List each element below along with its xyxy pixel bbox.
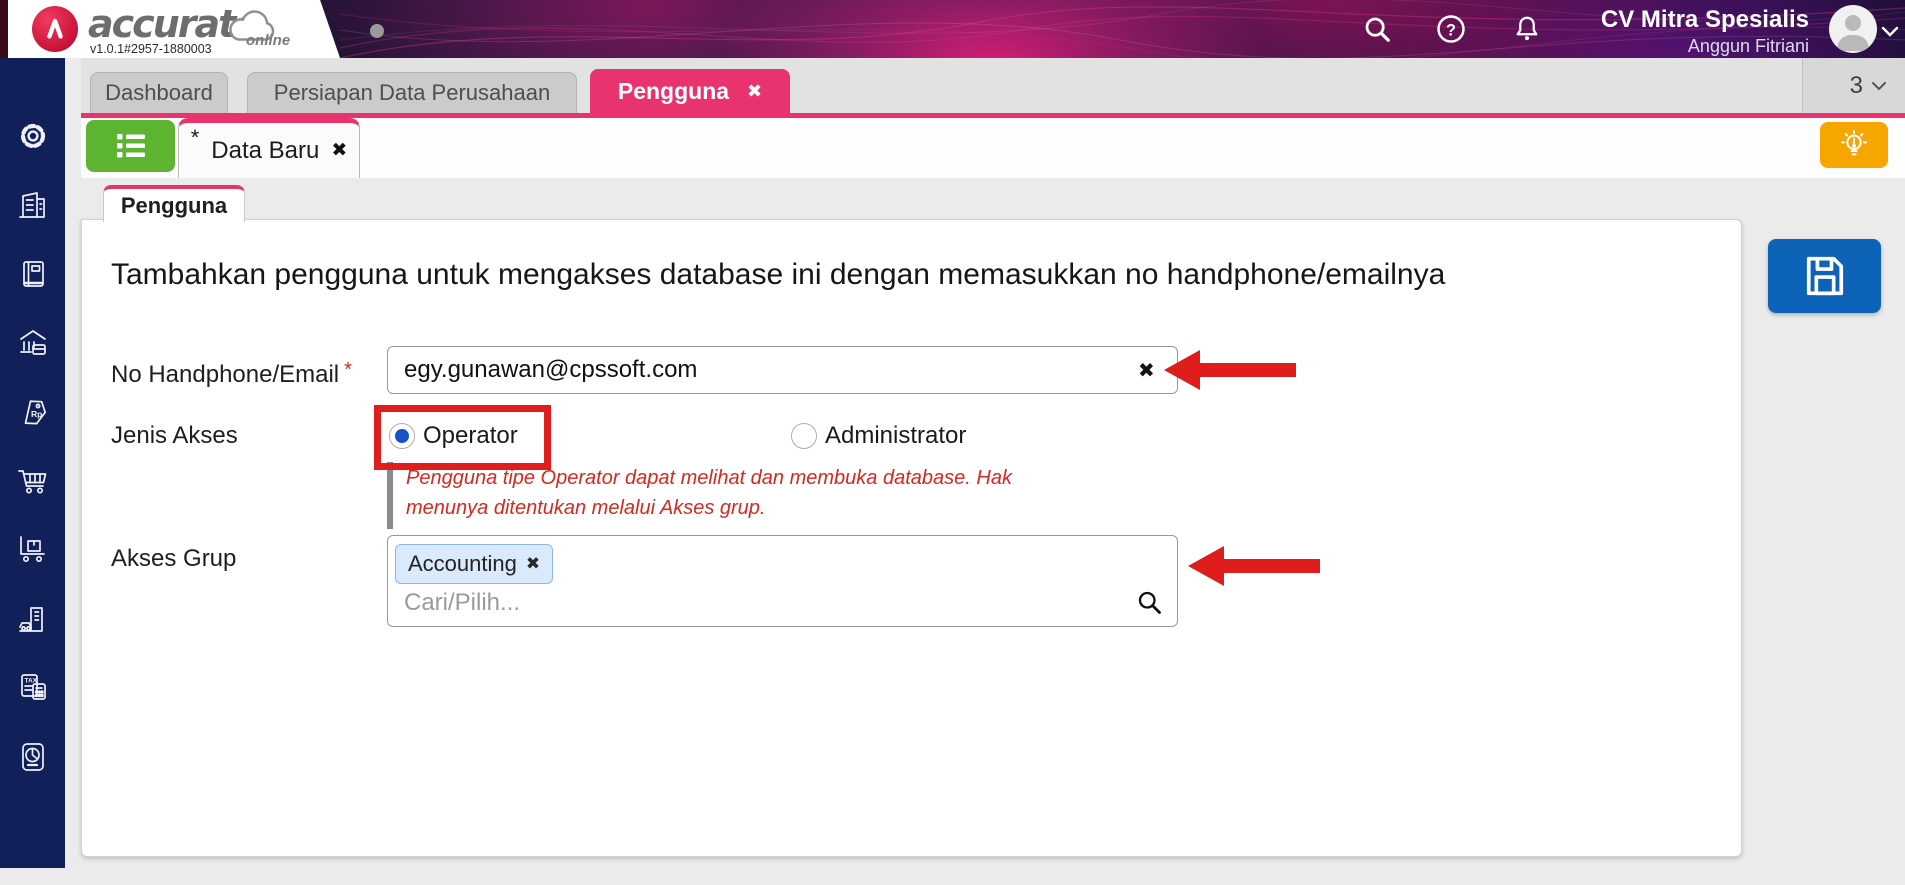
phone-email-label: No Handphone/Email * — [111, 359, 352, 388]
list-icon — [116, 134, 145, 158]
radio-administrator[interactable] — [791, 423, 817, 449]
remove-tag-icon[interactable]: ✖ — [526, 554, 540, 574]
close-icon[interactable]: ✖ — [331, 139, 347, 162]
version-text: v1.0.1#2957-1880003 — [90, 42, 212, 56]
brand-online-label: online — [246, 32, 291, 49]
app-root: accurate online v1.0.1#2957-1880003 ? CV… — [0, 0, 1905, 885]
tag-label: Accounting — [408, 551, 517, 576]
sales-price-tag-rp-icon[interactable]: Rp — [16, 395, 50, 429]
chevron-down-icon[interactable] — [1881, 24, 1899, 42]
page-title: Tambahkan pengguna untuk mengakses datab… — [111, 258, 1446, 291]
app-header: accurate online v1.0.1#2957-1880003 ? CV… — [0, 0, 1905, 58]
save-floppy-icon — [1806, 256, 1843, 296]
company-name: CV Mitra Spesialis — [1600, 6, 1809, 33]
tab-count-dropdown[interactable]: 3 — [1802, 58, 1905, 113]
doc-tab-label: Data Baru — [211, 136, 320, 164]
search-icon[interactable] — [1135, 588, 1163, 616]
header-dot-decoration — [370, 24, 384, 38]
logo-plate: accurate online v1.0.1#2957-1880003 — [8, 0, 340, 58]
helper-quote-bar — [387, 462, 393, 529]
annotation-arrow-group — [1188, 546, 1320, 586]
hint-button[interactable] — [1820, 122, 1888, 168]
close-icon[interactable]: ✖ — [747, 81, 762, 102]
tab-persiapan-data-perusahaan[interactable]: Persiapan Data Perusahaan — [247, 72, 577, 113]
phone-email-input[interactable] — [387, 346, 1178, 394]
chevron-down-icon — [1872, 81, 1886, 90]
inner-tab-label: Pengguna — [120, 192, 228, 218]
tax-icon[interactable]: TAX — [16, 671, 50, 705]
tab-count-value: 3 — [1849, 71, 1863, 99]
access-group-label: Akses Grup — [111, 545, 237, 572]
inventory-trolley-icon[interactable] — [16, 533, 50, 567]
access-type-helper-text: Pengguna tipe Operator dapat melihat dan… — [406, 467, 1012, 519]
tab-label: Dashboard — [105, 80, 213, 105]
help-icon[interactable]: ? — [1435, 14, 1467, 46]
notifications-bell-icon[interactable] — [1511, 14, 1543, 46]
fixed-asset-icon[interactable] — [16, 602, 50, 636]
tab-dashboard[interactable]: Dashboard — [90, 72, 228, 113]
list-view-button[interactable] — [86, 120, 175, 172]
lightbulb-icon — [1841, 130, 1867, 156]
bank-cash-icon[interactable] — [16, 326, 50, 360]
header-edge-strip — [0, 0, 9, 58]
clear-input-icon[interactable]: ✖ — [1138, 358, 1155, 383]
svg-text:Rp: Rp — [31, 409, 42, 419]
accurate-logo-icon — [32, 6, 78, 52]
inner-tab-pengguna[interactable]: Pengguna — [103, 185, 245, 222]
search-icon[interactable] — [1361, 14, 1393, 46]
selected-group-tag[interactable]: Accounting ✖ — [395, 544, 554, 584]
user-name: Anggun Fitriani — [1687, 36, 1809, 56]
access-group-multiselect[interactable]: Accounting ✖ — [387, 535, 1178, 627]
doc-tab-data-baru[interactable]: * Data Baru ✖ — [178, 118, 360, 178]
unsaved-marker: * — [190, 125, 200, 150]
tab-pengguna[interactable]: Pengguna ✖ — [590, 69, 790, 113]
user-menu[interactable]: CV Mitra Spesialis Anggun Fitriani — [1575, 0, 1905, 58]
user-avatar[interactable] — [1829, 5, 1877, 53]
content-panel: Tambahkan pengguna untuk mengakses datab… — [81, 219, 1742, 857]
save-button[interactable] — [1768, 239, 1881, 313]
main-tab-bar: Dashboard Persiapan Data Perusahaan Peng… — [81, 58, 1905, 113]
company-building-icon[interactable] — [16, 188, 50, 222]
journal-book-icon[interactable] — [16, 257, 50, 291]
sidebar-nav: Rp TAX — [0, 58, 65, 868]
annotation-arrow-phone — [1164, 350, 1296, 390]
annotation-box-operator — [374, 405, 551, 470]
settings-gear-icon[interactable] — [16, 119, 50, 153]
document-toolbar: * Data Baru ✖ — [81, 118, 1905, 178]
required-marker: * — [344, 359, 352, 381]
svg-text:?: ? — [1446, 21, 1456, 39]
tab-label: Pengguna — [617, 78, 730, 104]
group-search-input[interactable] — [394, 584, 1124, 622]
report-chart-icon[interactable] — [16, 740, 50, 774]
purchase-cart-icon[interactable] — [16, 464, 50, 498]
access-type-label: Jenis Akses — [111, 422, 238, 449]
tab-label: Persiapan Data Perusahaan — [273, 80, 551, 105]
radio-administrator-label[interactable]: Administrator — [825, 412, 966, 460]
